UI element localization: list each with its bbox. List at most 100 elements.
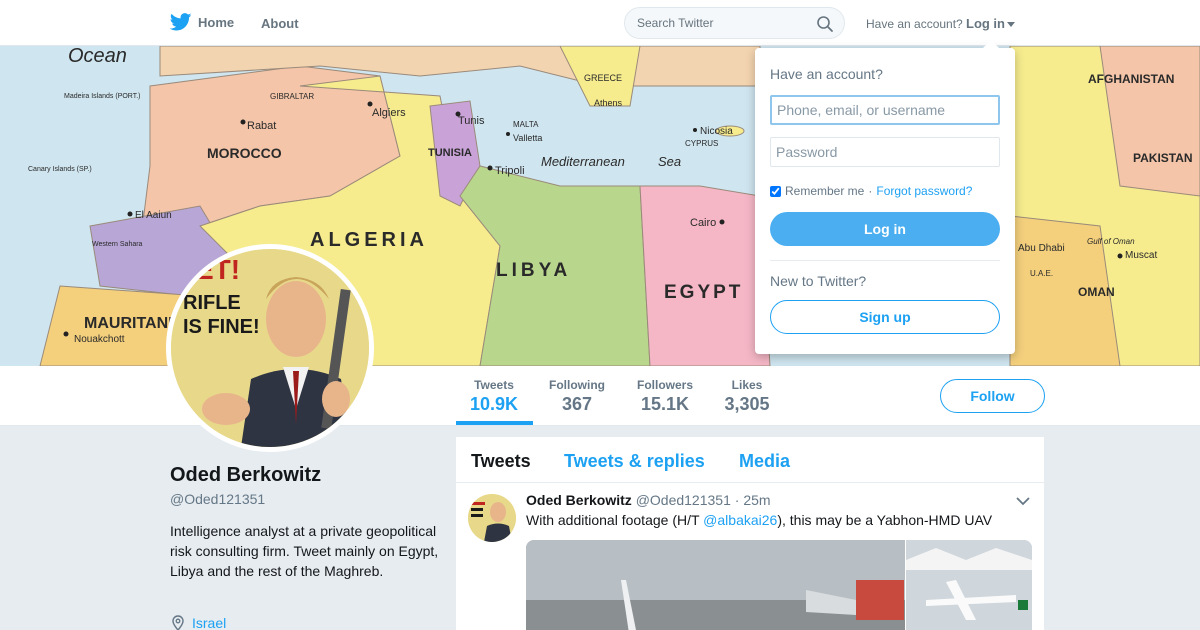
remember-me-row: Remember me · Forgot password? bbox=[770, 184, 972, 198]
tweet-media-image[interactable] bbox=[906, 540, 1032, 630]
map-label: Mediterranean bbox=[541, 154, 625, 169]
stat-value: 367 bbox=[561, 394, 593, 414]
stat-value: 10.9K bbox=[470, 394, 519, 414]
stat-label: Likes bbox=[731, 378, 763, 392]
profile-avatar[interactable]: ET! RIFLE IS FINE! bbox=[166, 244, 374, 452]
stat-followers[interactable]: Followers 15.1K bbox=[635, 378, 695, 415]
follow-button[interactable]: Follow bbox=[940, 379, 1045, 413]
login-dropdown: Have an account? Remember me · Forgot pa… bbox=[755, 40, 1015, 354]
timeline: Tweets Tweets & replies Media Oded Berko… bbox=[456, 437, 1044, 630]
tweet-separator: · bbox=[734, 492, 740, 508]
profile-location[interactable]: Israel bbox=[170, 615, 226, 630]
new-to-twitter-text: New to Twitter? bbox=[770, 273, 867, 289]
map-label: MALTA bbox=[513, 120, 539, 129]
tweet-avatar[interactable] bbox=[468, 494, 516, 542]
chevron-down-icon[interactable] bbox=[1016, 496, 1030, 506]
map-label: GIBRALTAR bbox=[270, 92, 314, 101]
map-label: MOROCCO bbox=[207, 145, 282, 161]
map-label: Nouakchott bbox=[74, 334, 125, 345]
remember-me-label[interactable]: Remember me bbox=[785, 184, 864, 198]
login-button[interactable]: Log in bbox=[770, 212, 1000, 246]
map-label: Rabat bbox=[247, 120, 276, 132]
nav-home-link[interactable]: Home bbox=[170, 13, 234, 31]
map-label: Abu Dhabi bbox=[1018, 243, 1065, 254]
stat-following[interactable]: Following 367 bbox=[546, 378, 608, 415]
tab-media[interactable]: Media bbox=[739, 451, 790, 472]
tweet-media-image[interactable] bbox=[526, 540, 905, 630]
remember-separator: · bbox=[868, 184, 873, 198]
search-box[interactable] bbox=[624, 7, 845, 39]
have-account-text: Have an account? bbox=[866, 17, 963, 31]
caret-down-icon bbox=[1007, 22, 1015, 28]
map-label: Gulf of Oman bbox=[1087, 237, 1135, 246]
active-stat-indicator bbox=[456, 421, 533, 425]
tweet-header: Oded Berkowitz @Oded121351 · 25m bbox=[526, 492, 771, 508]
tweet[interactable]: Oded Berkowitz @Oded121351 · 25m With ad… bbox=[456, 484, 1044, 630]
map-label: OMAN bbox=[1078, 285, 1115, 299]
tweet-mention-link[interactable]: @albakai26 bbox=[703, 512, 777, 528]
login-dropdown-toggle[interactable]: Log in bbox=[966, 16, 1015, 31]
signup-button[interactable]: Sign up bbox=[770, 300, 1000, 334]
map-label: Cairo bbox=[690, 217, 716, 229]
tweet-author-name[interactable]: Oded Berkowitz bbox=[526, 492, 632, 508]
remember-me-checkbox[interactable] bbox=[770, 185, 781, 197]
stat-label: Followers bbox=[636, 378, 693, 392]
profile-name[interactable]: Oded Berkowitz bbox=[170, 464, 321, 487]
map-label: Valletta bbox=[513, 133, 542, 143]
tweet-author-handle[interactable]: @Oded121351 bbox=[636, 492, 731, 508]
username-input[interactable] bbox=[770, 95, 1000, 125]
profile-bio: Intelligence analyst at a private geopol… bbox=[170, 523, 439, 579]
dropdown-title: Have an account? bbox=[770, 66, 883, 82]
avatar-image: ET! RIFLE IS FINE! bbox=[171, 249, 369, 447]
forgot-password-link[interactable]: Forgot password? bbox=[876, 184, 972, 198]
dropdown-divider bbox=[770, 260, 1000, 261]
avatar-caption: IS FINE! bbox=[183, 316, 260, 338]
map-label: CYPRUS bbox=[685, 139, 718, 148]
map-label: Tripoli bbox=[495, 165, 525, 177]
map-label: Athens bbox=[594, 98, 623, 108]
map-label: Madeira Islands (PORT.) bbox=[64, 93, 141, 100]
stat-tweets[interactable]: Tweets 10.9K bbox=[470, 378, 518, 415]
nav-about-link[interactable]: About bbox=[261, 16, 299, 31]
tweet-text-part: ), this may be a Yabhon-HMD UAV bbox=[777, 512, 993, 528]
map-label: GREECE bbox=[584, 73, 622, 83]
search-input[interactable] bbox=[637, 16, 807, 30]
map-label: LIBYA bbox=[496, 260, 571, 281]
tab-tweets-replies[interactable]: Tweets & replies bbox=[564, 451, 705, 472]
timeline-tabs: Tweets Tweets & replies Media bbox=[456, 437, 1044, 483]
stat-label: Tweets bbox=[474, 378, 514, 392]
location-pin-icon bbox=[172, 615, 184, 630]
location-text: Israel bbox=[192, 615, 227, 630]
map-label: Tunis bbox=[458, 115, 485, 127]
password-input[interactable] bbox=[770, 137, 1000, 167]
map-label: Ocean bbox=[68, 46, 127, 67]
map-label: AFGHANISTAN bbox=[1088, 72, 1174, 86]
tweet-text-part: With additional footage (H/T bbox=[526, 512, 704, 528]
top-navigation-bar: Home About Have an account? Log in bbox=[0, 0, 1200, 46]
map-label: Muscat bbox=[1125, 250, 1157, 261]
tweet-text: With additional footage (H/T @albakai26)… bbox=[526, 512, 992, 528]
map-label: Sea bbox=[658, 154, 681, 169]
map-label: U.A.E. bbox=[1030, 269, 1053, 278]
tweet-timestamp[interactable]: 25m bbox=[743, 492, 770, 508]
map-label: El Aaiun bbox=[135, 210, 172, 221]
stat-value: 15.1K bbox=[640, 394, 690, 414]
map-label: ALGERIA bbox=[310, 229, 428, 251]
map-label: EGYPT bbox=[664, 282, 743, 303]
stat-label: Following bbox=[549, 378, 605, 392]
tab-tweets[interactable]: Tweets bbox=[471, 451, 531, 472]
map-label: TUNISIA bbox=[428, 147, 472, 159]
profile-handle[interactable]: @Oded121351 bbox=[170, 491, 265, 507]
map-label: Algiers bbox=[372, 107, 406, 119]
stat-likes[interactable]: Likes 3,305 bbox=[722, 378, 772, 415]
stat-value: 3,305 bbox=[724, 394, 770, 414]
twitter-bird-icon bbox=[170, 13, 192, 31]
login-link-label: Log in bbox=[966, 16, 1005, 31]
map-label: Western Sahara bbox=[92, 241, 143, 248]
avatar-caption: RIFLE bbox=[183, 292, 241, 314]
search-icon[interactable] bbox=[816, 15, 834, 33]
map-label: Nicosia bbox=[700, 126, 733, 137]
map-label: Canary Islands (SP.) bbox=[28, 166, 92, 173]
nav-home-label: Home bbox=[198, 14, 235, 30]
map-label: PAKISTAN bbox=[1133, 151, 1193, 165]
